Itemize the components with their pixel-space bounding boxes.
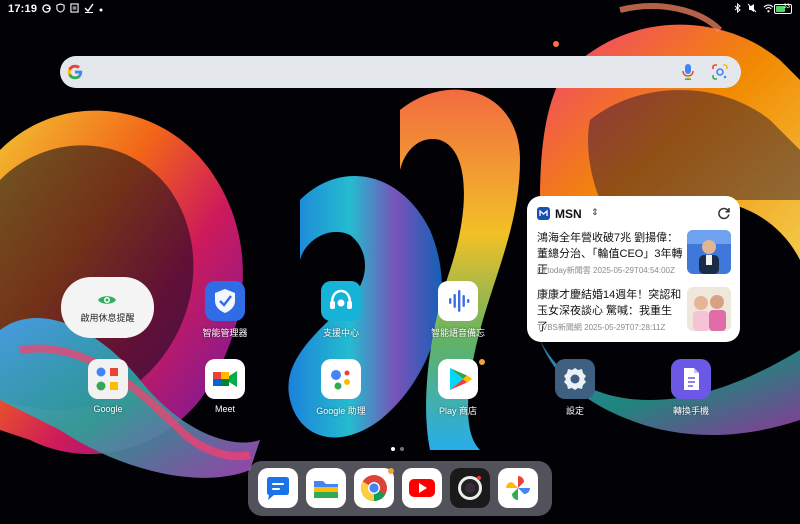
app-google-folder[interactable]: Google	[63, 359, 153, 414]
app-label: 轉換手機	[672, 406, 709, 416]
files-icon[interactable]	[306, 468, 346, 508]
app-phone-clone[interactable]: 轉換手機	[646, 359, 736, 417]
app-voice-memo[interactable]: 智能語音備忘	[413, 281, 503, 339]
meet-icon[interactable]	[205, 359, 245, 399]
microphone-icon[interactable]	[681, 63, 695, 81]
page-dot[interactable]	[400, 447, 404, 451]
battery-icon: 33	[774, 4, 792, 14]
notification-dot	[479, 359, 485, 365]
app-label: 設定	[565, 406, 584, 416]
refresh-icon[interactable]	[717, 206, 731, 220]
status-time: 17:19	[8, 3, 38, 15]
youtube-icon[interactable]	[402, 468, 442, 508]
google-lens-icon[interactable]	[711, 63, 729, 81]
app-label: Meet	[214, 404, 235, 414]
notification-dot	[388, 468, 394, 474]
app-smart-manager[interactable]: 智能管理器	[180, 281, 270, 339]
voice-memo-icon[interactable]	[438, 281, 478, 321]
chrome-icon[interactable]	[354, 468, 394, 508]
photos-icon[interactable]	[498, 468, 538, 508]
gear-icon[interactable]	[555, 359, 595, 399]
app-play-store[interactable]: Play 商店	[413, 359, 503, 417]
msn-title[interactable]: MSN	[555, 207, 582, 221]
news-item[interactable]: 康康才慶結婚14週年！突認和玉女深夜談心 驚喊：我重生了 TVBS新聞網 202…	[537, 287, 731, 335]
app-label: Google 助理	[316, 406, 366, 416]
task-icon	[84, 3, 94, 15]
app-label: Play 商店	[438, 406, 477, 416]
headset-icon[interactable]	[321, 281, 361, 321]
mute-icon	[747, 3, 757, 15]
msn-news-widget[interactable]: MSN ⇕ 鴻海全年營收破7兆 劉揚偉：董總分治、「輪值CEO」3年轉正 ETt…	[527, 196, 740, 342]
news-thumbnail[interactable]	[687, 230, 731, 274]
phone-clone-icon[interactable]	[671, 359, 711, 399]
page-dot-active[interactable]	[391, 447, 395, 451]
msn-dropdown-icon[interactable]: ⇕	[591, 207, 599, 218]
google-folder-icon[interactable]	[88, 359, 128, 399]
eye-icon	[98, 296, 116, 304]
news-thumbnail[interactable]	[687, 287, 731, 331]
app-google-assistant[interactable]: Google 助理	[296, 359, 386, 417]
app-settings[interactable]: 設定	[530, 359, 620, 417]
notes-icon	[70, 3, 79, 15]
rest-reminder-widget[interactable]: 啟用休息提醒	[61, 277, 154, 338]
google-g-icon	[42, 3, 51, 15]
dock	[248, 461, 552, 516]
shield-icon	[56, 3, 65, 15]
smart-manager-icon[interactable]	[205, 281, 245, 321]
google-logo-icon	[67, 64, 83, 80]
app-support-center[interactable]: 支援中心	[296, 281, 386, 339]
app-label: 智能語音備忘	[430, 328, 485, 338]
app-meet[interactable]: Meet	[180, 359, 270, 414]
news-source: TVBS新聞網 2025-05-29T07:28:11Z	[537, 323, 666, 332]
camera-icon[interactable]	[450, 468, 490, 508]
app-label: 智能管理器	[202, 328, 248, 338]
page-indicator[interactable]	[391, 447, 404, 451]
messages-icon[interactable]	[258, 468, 298, 508]
bluetooth-icon	[734, 2, 741, 15]
msn-logo-icon	[537, 207, 550, 220]
dot-icon	[99, 4, 103, 14]
google-search-bar[interactable]	[60, 56, 741, 88]
rest-reminder-label: 啟用休息提醒	[80, 313, 135, 323]
news-source: ETtoday新聞雲 2025-05-29T04:54:00Z	[537, 266, 675, 275]
app-label: Google	[93, 404, 123, 414]
news-item[interactable]: 鴻海全年營收破7兆 劉揚偉：董總分治、「輪值CEO」3年轉正 ETtoday新聞…	[537, 230, 731, 278]
assistant-icon[interactable]	[321, 359, 361, 399]
status-bar: 17:19 33	[0, 0, 800, 18]
wifi-icon	[763, 4, 774, 15]
msn-header: MSN ⇕	[537, 206, 731, 222]
app-label: 支援中心	[322, 328, 359, 338]
play-store-icon[interactable]	[438, 359, 478, 399]
battery-level: 33	[783, 4, 790, 10]
